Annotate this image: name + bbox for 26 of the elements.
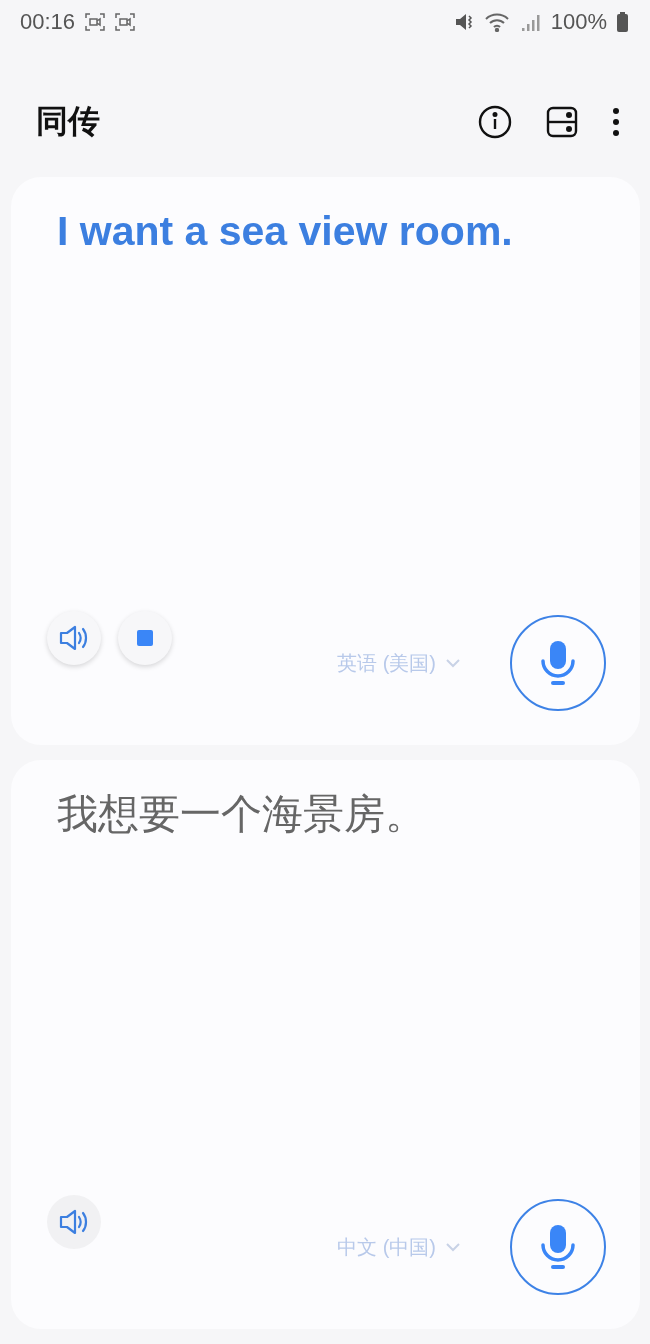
app-title: 同传 xyxy=(36,102,101,142)
speaker-icon xyxy=(58,1208,90,1236)
status-time: 00:16 xyxy=(20,8,76,35)
chevron-down-icon xyxy=(446,659,460,669)
battery-icon xyxy=(617,11,628,32)
speaker-icon xyxy=(58,624,90,653)
wifi-icon xyxy=(484,11,511,32)
screen-record-icon xyxy=(115,12,136,31)
layout-button[interactable] xyxy=(546,106,578,139)
battery-level: 100% xyxy=(550,8,607,35)
info-button[interactable] xyxy=(478,105,512,140)
microphone-icon xyxy=(540,639,576,688)
microphone-button[interactable] xyxy=(510,615,606,712)
more-options-button[interactable] xyxy=(612,107,620,138)
stop-icon xyxy=(137,630,153,647)
microphone-button[interactable] xyxy=(510,1199,606,1295)
screen-record-icon xyxy=(85,12,106,31)
language-selector[interactable]: 中文 (中国) xyxy=(337,1234,460,1261)
microphone-icon xyxy=(540,1223,576,1271)
stop-button[interactable] xyxy=(118,611,172,666)
source-text: I want a sea view room. xyxy=(56,206,514,256)
speaker-button[interactable] xyxy=(47,611,101,666)
chevron-down-icon xyxy=(446,1243,460,1252)
mute-icon xyxy=(454,11,475,32)
language-selector[interactable]: 英语 (美国) xyxy=(337,650,460,678)
translated-text: 我想要一个海景房。 xyxy=(56,790,427,840)
